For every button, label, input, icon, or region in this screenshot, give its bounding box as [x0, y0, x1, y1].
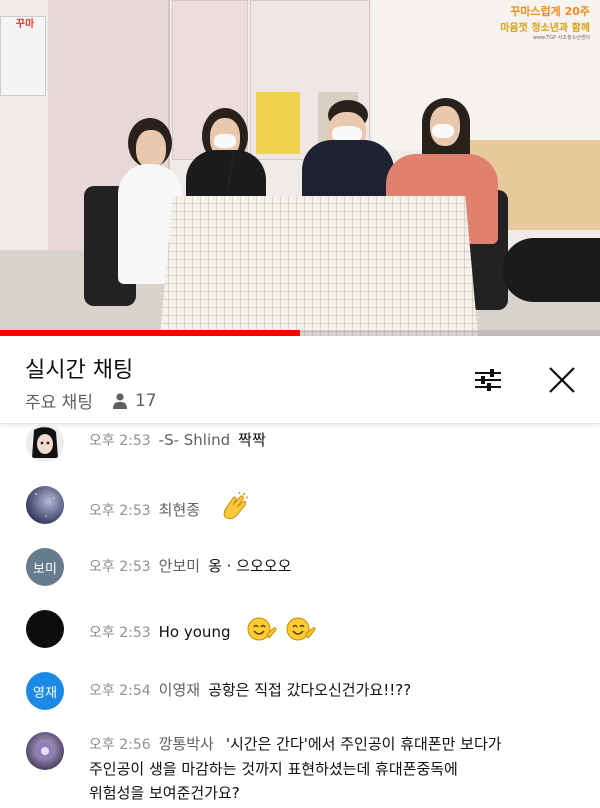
- message-time: 오후 2:53: [89, 559, 151, 575]
- avatar[interactable]: [26, 424, 64, 462]
- video-player[interactable]: 꾸마 꾸마스럽게 20주 마음껏 청소년과 함께 www.TGP 서초청소년센터: [0, 0, 600, 336]
- message-text-continued: 위험성을 보여준건가요?: [89, 784, 240, 802]
- message-author[interactable]: 안보미: [159, 557, 200, 575]
- viewer-count-value: 17: [134, 390, 157, 411]
- message-text: 공항은 직접 갔다오신건가요!!??: [208, 681, 412, 699]
- chat-mode-label: 주요 채팅: [25, 393, 93, 413]
- sliders-icon: [475, 369, 501, 391]
- message-author[interactable]: -S- Shlind: [159, 431, 231, 449]
- live-chat-title: 실시간 채팅: [25, 358, 134, 383]
- event-banner: 꾸마스럽게 20주 마음껏 청소년과 함께 www.TGP 서초청소년센터: [500, 5, 590, 41]
- message-text: '시간은 간다'에서 주인공이 휴대폰만 보다가: [225, 735, 502, 753]
- message-text: 짝짝: [238, 431, 266, 449]
- chat-mode-row[interactable]: 주요 채팅 17: [25, 388, 157, 414]
- avatar-initials: 보미: [33, 561, 57, 577]
- video-table: [160, 196, 478, 336]
- avatar-image: [26, 486, 64, 524]
- chat-filter-button[interactable]: [466, 358, 510, 402]
- avatar[interactable]: [26, 732, 64, 770]
- message-time: 오후 2:54: [89, 683, 151, 699]
- smiling-face-icon: [247, 616, 277, 649]
- message-author[interactable]: 이영재: [159, 681, 200, 699]
- avatar-image: [26, 424, 64, 462]
- message-time: 오후 2:53: [89, 625, 151, 641]
- avatar[interactable]: 영재: [26, 672, 64, 710]
- avatar[interactable]: 보미: [26, 548, 64, 586]
- message-time: 오후 2:56: [89, 737, 151, 753]
- live-chat-header: 실시간 채팅 주요 채팅 17: [0, 336, 600, 424]
- avatar-initials: 영재: [33, 685, 57, 701]
- close-icon: [549, 367, 575, 393]
- message-time: 오후 2:53: [89, 503, 151, 519]
- channel-logo: 꾸마: [15, 18, 35, 30]
- viewer-count: 17: [112, 390, 157, 411]
- message-text: 옹 · 으오오오: [208, 557, 292, 575]
- message-time: 오후 2:53: [89, 433, 151, 449]
- avatar[interactable]: [26, 610, 64, 648]
- avatar[interactable]: [26, 486, 64, 524]
- smiling-face-icon: [286, 616, 316, 649]
- video-poster: [256, 92, 300, 154]
- message-author[interactable]: Ho young: [159, 623, 231, 641]
- message-author[interactable]: 최현종: [159, 501, 200, 519]
- message-text-continued: 주인공이 생을 마감하는 것까지 표현하셨는데 휴대폰중독에: [89, 760, 458, 778]
- clapping-hands-icon: [219, 491, 249, 529]
- avatar-image: [26, 732, 64, 770]
- person-icon: [112, 392, 127, 409]
- message-author[interactable]: 깡통박사: [159, 735, 214, 753]
- chat-message-list[interactable]: 오후 2:53 -S- Shlind 짝짝 오후 2:53 최현종 보미 오후 …: [0, 424, 600, 808]
- video-camera-mic: [502, 238, 600, 302]
- close-chat-button[interactable]: [540, 358, 584, 402]
